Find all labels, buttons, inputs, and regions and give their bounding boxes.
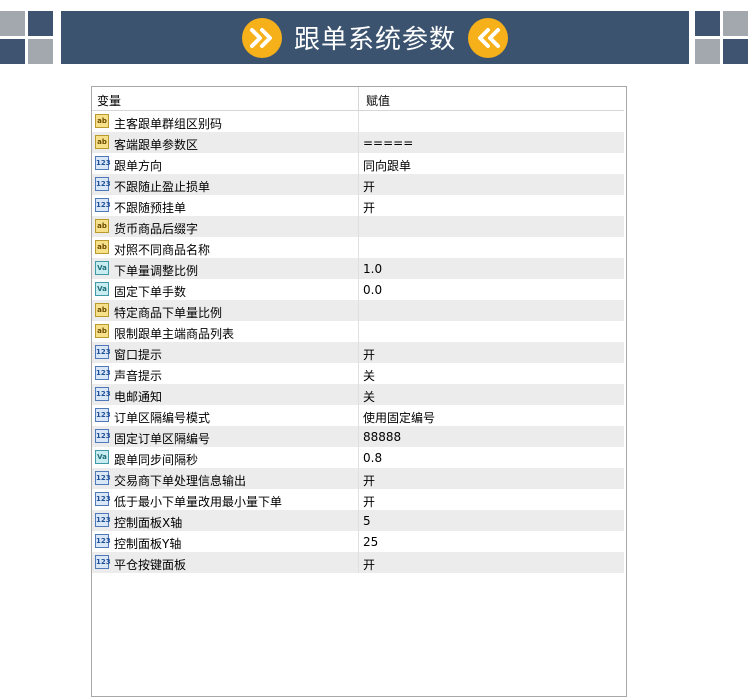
table-row[interactable]: 123 固定订单区隔编号 88888 bbox=[92, 426, 624, 447]
integer-type-icon: 123 bbox=[95, 429, 111, 443]
parameter-value[interactable]: 开 bbox=[363, 493, 375, 510]
integer-type-icon: 123 bbox=[95, 534, 111, 548]
table-row[interactable]: 123 窗口提示 开 bbox=[92, 342, 624, 363]
parameter-name: 窗口提示 bbox=[114, 348, 163, 362]
table-row[interactable]: 123 平仓按键面板 开 bbox=[92, 552, 624, 573]
parameter-value[interactable]: ===== bbox=[363, 136, 413, 150]
integer-type-icon: 123 bbox=[95, 513, 111, 527]
integer-type-icon: 123 bbox=[95, 471, 111, 485]
parameter-name: 交易商下单处理信息输出 bbox=[114, 474, 247, 488]
string-type-icon: ab bbox=[95, 135, 109, 149]
parameter-table: 变量 赋值 ab 主客跟单群组区别码 ab 客端跟单参数区 ===== 123 跟单方向 同向… bbox=[91, 86, 627, 697]
parameter-value[interactable]: 25 bbox=[363, 535, 378, 549]
parameter-name: 电邮通知 bbox=[114, 390, 163, 404]
parameter-name: 跟单方向 bbox=[114, 159, 163, 173]
parameter-value[interactable]: 开 bbox=[363, 346, 375, 363]
parameter-name: 货币商品后缀字 bbox=[114, 222, 199, 236]
integer-type-icon: 123 bbox=[95, 492, 111, 506]
string-type-icon: ab bbox=[95, 219, 109, 233]
parameter-value[interactable]: 关 bbox=[363, 367, 375, 384]
parameter-name: 固定下单手数 bbox=[114, 285, 187, 299]
table-row[interactable]: 123 控制面板X轴 5 bbox=[92, 510, 624, 531]
parameter-value[interactable]: 开 bbox=[363, 178, 375, 195]
table-row[interactable]: 123 声音提示 关 bbox=[92, 363, 624, 384]
parameter-name: 低于最小下单量改用最小量下单 bbox=[114, 495, 283, 509]
string-type-icon: ab bbox=[95, 240, 109, 254]
parameter-value[interactable]: 开 bbox=[363, 556, 375, 573]
parameter-value[interactable]: 1.0 bbox=[363, 262, 382, 276]
parameter-name: 平仓按键面板 bbox=[114, 558, 187, 572]
parameter-name: 控制面板Y轴 bbox=[114, 537, 182, 551]
table-row[interactable]: 123 交易商下单处理信息输出 开 bbox=[92, 468, 624, 489]
parameter-name: 固定订单区隔编号 bbox=[114, 432, 211, 446]
table-row[interactable]: 123 订单区隔编号模式 使用固定编号 bbox=[92, 405, 624, 426]
column-header-value[interactable]: 赋值 bbox=[366, 92, 390, 109]
parameter-name: 不跟随止盈止损单 bbox=[114, 180, 211, 194]
page-title: 跟单系统参数 bbox=[293, 25, 456, 55]
integer-type-icon: 123 bbox=[95, 156, 111, 170]
string-type-icon: ab bbox=[95, 324, 109, 338]
table-row[interactable]: ab 限制跟单主端商品列表 bbox=[92, 321, 624, 342]
table-row[interactable]: Va 下单量调整比例 1.0 bbox=[92, 258, 624, 279]
table-row[interactable]: ab 主客跟单群组区别码 bbox=[92, 111, 624, 132]
integer-type-icon: 123 bbox=[95, 177, 111, 191]
title-banner: 跟单系统参数 bbox=[61, 11, 689, 64]
integer-type-icon: 123 bbox=[95, 408, 111, 422]
table-row[interactable]: Va 跟单同步间隔秒 0.8 bbox=[92, 447, 624, 468]
column-header-variable[interactable]: 变量 bbox=[97, 92, 121, 109]
parameter-name: 主客跟单群组区别码 bbox=[114, 117, 223, 131]
parameter-name: 客端跟单参数区 bbox=[114, 138, 199, 152]
parameter-name: 不跟随预挂单 bbox=[114, 201, 187, 215]
table-row[interactable]: 123 电邮通知 关 bbox=[92, 384, 624, 405]
double-type-icon: Va bbox=[95, 450, 109, 464]
string-type-icon: ab bbox=[95, 303, 109, 317]
table-row[interactable]: 123 低于最小下单量改用最小量下单 开 bbox=[92, 489, 624, 510]
parameter-value[interactable]: 同向跟单 bbox=[363, 157, 411, 174]
integer-type-icon: 123 bbox=[95, 345, 111, 359]
parameter-name: 限制跟单主端商品列表 bbox=[114, 327, 235, 341]
parameter-name: 下单量调整比例 bbox=[114, 264, 199, 278]
parameter-name: 特定商品下单量比例 bbox=[114, 306, 223, 320]
integer-type-icon: 123 bbox=[95, 555, 111, 569]
table-row[interactable]: 123 跟单方向 同向跟单 bbox=[92, 153, 624, 174]
parameter-value[interactable]: 开 bbox=[363, 199, 375, 216]
string-type-icon: ab bbox=[95, 114, 109, 128]
table-row[interactable]: ab 客端跟单参数区 ===== bbox=[92, 132, 624, 153]
parameter-value[interactable]: 0.8 bbox=[363, 451, 382, 465]
table-row[interactable]: ab 对照不同商品名称 bbox=[92, 237, 624, 258]
table-row[interactable]: 123 不跟随止盈止损单 开 bbox=[92, 174, 624, 195]
parameter-value[interactable]: 开 bbox=[363, 472, 375, 489]
parameter-name: 对照不同商品名称 bbox=[114, 243, 211, 257]
corner-decoration-left bbox=[0, 11, 53, 64]
integer-type-icon: 123 bbox=[95, 387, 111, 401]
table-row[interactable]: 123 不跟随预挂单 开 bbox=[92, 195, 624, 216]
parameter-value[interactable]: 关 bbox=[363, 388, 375, 405]
parameter-value[interactable]: 5 bbox=[363, 514, 371, 528]
parameter-name: 声音提示 bbox=[114, 369, 163, 383]
table-row[interactable]: ab 特定商品下单量比例 bbox=[92, 300, 624, 321]
table-row[interactable]: 123 控制面板Y轴 25 bbox=[92, 531, 624, 552]
parameter-value[interactable]: 0.0 bbox=[363, 283, 382, 297]
parameter-name: 控制面板X轴 bbox=[114, 516, 183, 530]
integer-type-icon: 123 bbox=[95, 198, 111, 212]
table-row[interactable]: ab 货币商品后缀字 bbox=[92, 216, 624, 237]
double-chevron-right-icon bbox=[241, 17, 282, 58]
double-type-icon: Va bbox=[95, 282, 109, 296]
double-type-icon: Va bbox=[95, 261, 109, 275]
parameter-name: 跟单同步间隔秒 bbox=[114, 453, 199, 467]
integer-type-icon: 123 bbox=[95, 366, 111, 380]
parameter-name: 订单区隔编号模式 bbox=[114, 411, 211, 425]
parameter-value[interactable]: 使用固定编号 bbox=[363, 409, 435, 426]
table-row[interactable]: Va 固定下单手数 0.0 bbox=[92, 279, 624, 300]
table-header: 变量 赋值 bbox=[92, 87, 624, 111]
double-chevron-left-icon bbox=[468, 17, 508, 58]
parameter-value[interactable]: 88888 bbox=[363, 430, 401, 444]
corner-decoration-right bbox=[695, 11, 748, 64]
